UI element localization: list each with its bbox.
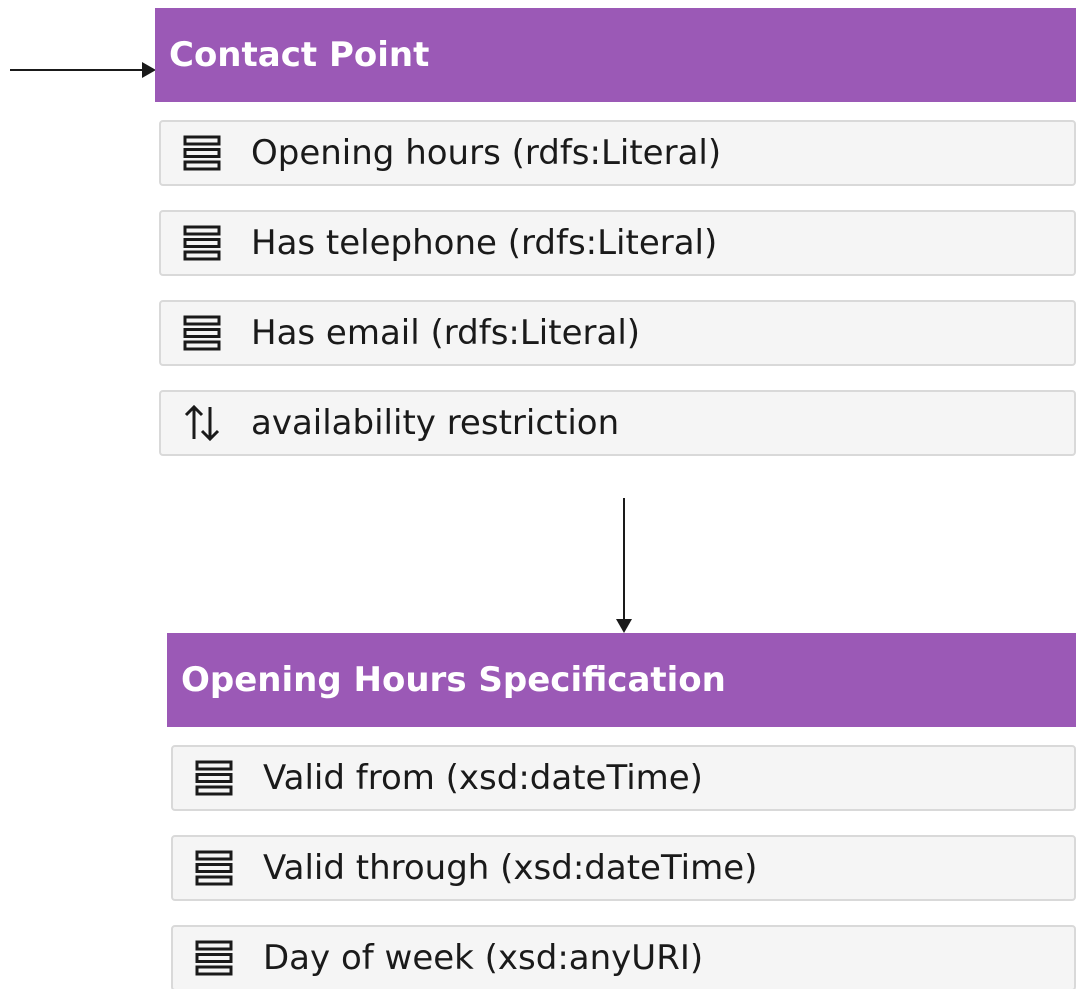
incoming-connector-arrowhead (142, 62, 156, 78)
property-has-email[interactable]: Has email (rdfs:Literal) (159, 300, 1076, 366)
property-has-telephone[interactable]: Has telephone (rdfs:Literal) (159, 210, 1076, 276)
property-label: Has email (rdfs:Literal) (251, 313, 641, 353)
entity-header[interactable]: Contact Point (155, 8, 1076, 102)
property-day-of-week[interactable]: Day of week (xsd:anyURI) (171, 925, 1076, 989)
up-down-arrows-icon (183, 401, 227, 445)
property-label: Has telephone (rdfs:Literal) (251, 223, 718, 263)
incoming-connector-line (10, 69, 146, 71)
property-label: Day of week (xsd:anyURI) (263, 938, 704, 978)
property-valid-from[interactable]: Valid from (xsd:dateTime) (171, 745, 1076, 811)
list-lines-icon (183, 221, 227, 265)
property-list: Valid from (xsd:dateTime) Valid through … (171, 745, 1076, 989)
list-lines-icon (183, 311, 227, 355)
availability-connector-arrowhead (616, 619, 632, 633)
entity-opening-hours-specification[interactable]: Opening Hours Specification Valid from (… (167, 633, 1076, 989)
property-opening-hours[interactable]: Opening hours (rdfs:Literal) (159, 120, 1076, 186)
diagram-canvas: Contact Point Opening hours (rdfs:Litera… (0, 0, 1076, 989)
property-label: Opening hours (rdfs:Literal) (251, 133, 722, 173)
property-label: Valid from (xsd:dateTime) (263, 758, 703, 798)
entity-header[interactable]: Opening Hours Specification (167, 633, 1076, 727)
list-lines-icon (195, 936, 239, 980)
property-valid-through[interactable]: Valid through (xsd:dateTime) (171, 835, 1076, 901)
entity-contact-point[interactable]: Contact Point Opening hours (rdfs:Litera… (155, 8, 1076, 456)
list-lines-icon (183, 131, 227, 175)
property-label: Valid through (xsd:dateTime) (263, 848, 758, 888)
property-label: availability restriction (251, 403, 620, 443)
list-lines-icon (195, 846, 239, 890)
list-lines-icon (195, 756, 239, 800)
availability-connector-line (623, 498, 625, 622)
property-list: Opening hours (rdfs:Literal) Has telepho… (159, 120, 1076, 456)
property-availability-restriction[interactable]: availability restriction (159, 390, 1076, 456)
